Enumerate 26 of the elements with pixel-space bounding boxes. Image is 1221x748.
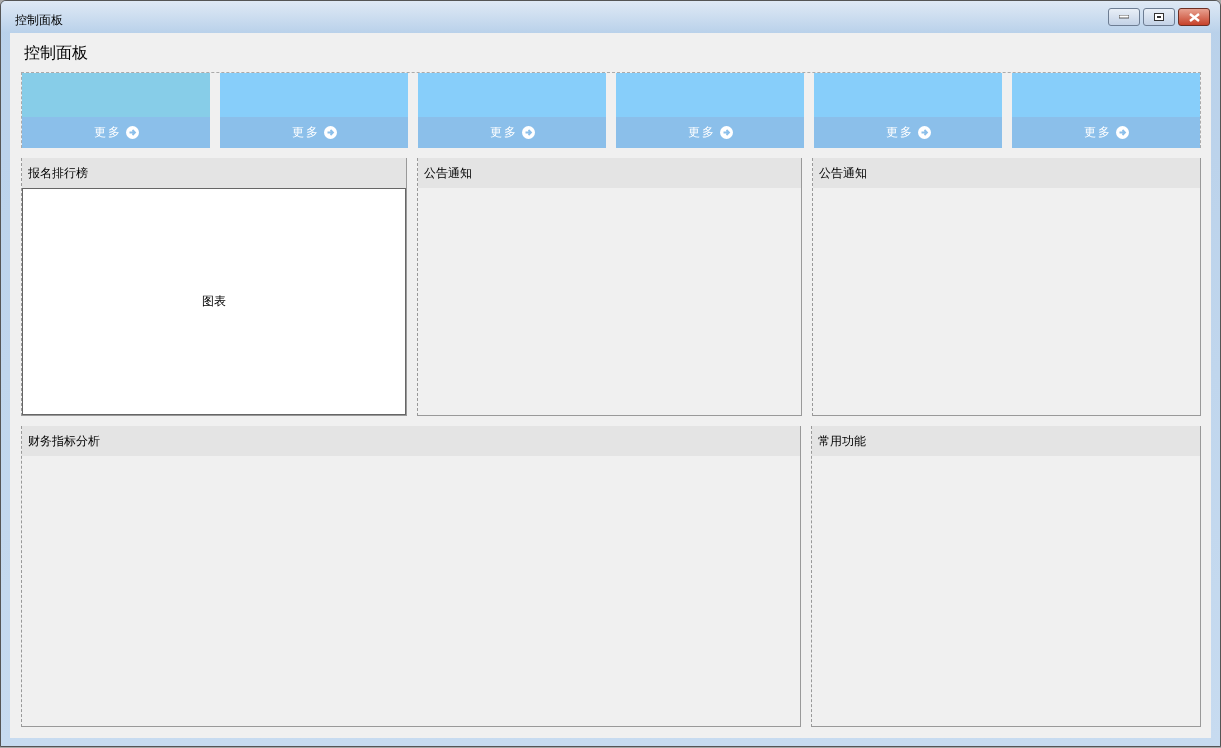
arrow-circle-icon <box>521 126 535 139</box>
close-icon <box>1188 12 1200 22</box>
arrow-circle-icon <box>1115 126 1129 139</box>
panel-title: 公告通知 <box>418 158 801 188</box>
panel-title: 常用功能 <box>812 426 1200 456</box>
minimize-button[interactable] <box>1108 8 1140 26</box>
arrow-circle-icon <box>719 126 733 139</box>
page-title: 控制面板 <box>24 43 89 64</box>
arrow-circle-icon <box>125 126 139 139</box>
minimize-icon <box>1119 15 1129 19</box>
panel-title: 公告通知 <box>813 158 1200 188</box>
more-link[interactable]: 更多 <box>22 117 210 148</box>
window-title: 控制面板 <box>15 11 63 29</box>
more-link[interactable]: 更多 <box>418 117 606 148</box>
more-link[interactable]: 更多 <box>616 117 804 148</box>
arrow-circle-icon <box>323 126 337 139</box>
chart-label: 图表 <box>202 293 226 310</box>
more-link[interactable]: 更多 <box>814 117 1002 148</box>
more-link[interactable]: 更多 <box>1012 117 1200 148</box>
restore-button[interactable] <box>1143 8 1175 26</box>
arrow-circle-icon <box>917 126 931 139</box>
panel-title: 报名排行榜 <box>22 158 406 188</box>
panel-title: 财务指标分析 <box>22 426 800 456</box>
close-button[interactable] <box>1178 8 1210 26</box>
restore-icon <box>1154 13 1164 21</box>
more-link[interactable]: 更多 <box>220 117 408 148</box>
